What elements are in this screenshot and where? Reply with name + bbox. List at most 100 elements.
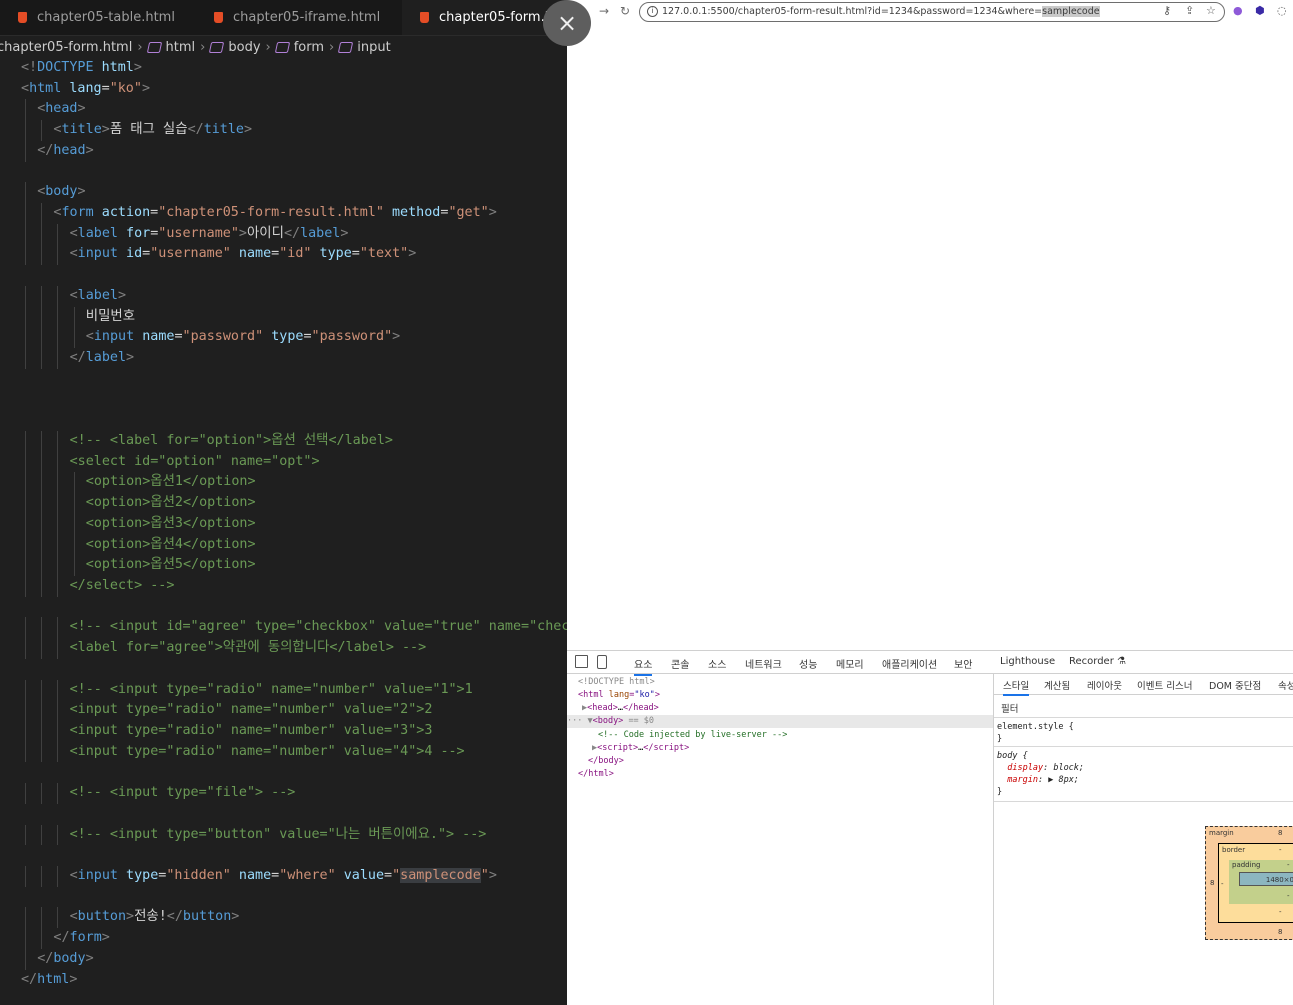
code-line[interactable]: 비밀번호: [0, 306, 567, 328]
code-line[interactable]: <option>옵션1</option>: [0, 472, 567, 494]
inspect-element-icon[interactable]: [575, 655, 588, 668]
devtools-tab-performance[interactable]: 성능: [799, 656, 817, 671]
reload-icon[interactable]: ↻: [620, 4, 630, 18]
code-line[interactable]: <label for="username">아이디</label>: [0, 223, 567, 245]
code-line[interactable]: </select> -->: [0, 575, 567, 597]
profile-icon[interactable]: ◌: [1277, 4, 1287, 17]
dom-node-html-close[interactable]: </html>: [578, 768, 614, 781]
code-line[interactable]: <input type="hidden" name="where" value=…: [0, 866, 567, 887]
devtools-tab-network[interactable]: 네트워크: [745, 656, 782, 671]
code-line[interactable]: <input name="password" type="password">: [0, 327, 567, 349]
styles-tab-properties[interactable]: 속성: [1278, 678, 1293, 692]
devtools-tab-elements[interactable]: 요소: [634, 656, 653, 676]
code-line[interactable]: [0, 390, 567, 411]
code-line[interactable]: <title>폼 태그 실습</title>: [0, 120, 567, 141]
forward-arrow-icon[interactable]: →: [599, 4, 609, 18]
code-line[interactable]: <input type="radio" name="number" value=…: [0, 721, 567, 742]
code-line[interactable]: [0, 162, 567, 183]
dom-node-body[interactable]: ··· ▼<body> == $0: [567, 715, 993, 728]
bookmark-star-icon[interactable]: ☆: [1206, 4, 1216, 17]
share-icon[interactable]: ⇪: [1185, 4, 1194, 17]
site-info-icon[interactable]: i: [647, 6, 658, 17]
code-line[interactable]: <html lang="ko">: [0, 79, 567, 100]
tab-chapter05-form[interactable]: chapter05-form.html: [402, 0, 567, 35]
code-line[interactable]: [0, 265, 567, 286]
dom-node-body-close[interactable]: </body>: [588, 755, 624, 768]
styles-tab-computed[interactable]: 계산됨: [1044, 678, 1070, 692]
code-line[interactable]: <!DOCTYPE html>: [0, 58, 567, 79]
code-line[interactable]: <label>: [0, 285, 567, 307]
code-line[interactable]: <label for="agree">약관에 동의합니다</label> -->: [0, 638, 567, 659]
code-line[interactable]: </form>: [0, 928, 567, 949]
code-line[interactable]: <!-- <input type="button" value="나는 버튼이에…: [0, 824, 567, 846]
dom-node-script[interactable]: ▶<script>…</script>: [592, 742, 689, 755]
code-line[interactable]: <head>: [0, 99, 567, 121]
dom-node-head[interactable]: ▶<head>…</head>: [582, 702, 659, 715]
address-bar[interactable]: i 127.0.0.1:5500/chapter05-form-result.h…: [639, 2, 1225, 22]
code-line[interactable]: [0, 410, 567, 431]
dom-node-doctype[interactable]: <!DOCTYPE html>: [578, 676, 655, 689]
code-editor[interactable]: chapter05-table.html chapter05-iframe.ht…: [0, 0, 567, 1005]
code-line[interactable]: [0, 597, 567, 618]
body-style-rule[interactable]: body { display: block; margin: ▶ 8px; }: [997, 750, 1084, 798]
code-line[interactable]: <!-- <input type="file"> -->: [0, 783, 567, 804]
tab-chapter05-table[interactable]: chapter05-table.html: [0, 0, 196, 35]
code-line[interactable]: [0, 804, 567, 825]
styles-filter-input[interactable]: 필터: [1001, 701, 1018, 715]
box-model-diagram[interactable]: margin 8 8 8 border - - - padding - - 14…: [1205, 826, 1293, 940]
breadcrumb-item-html[interactable]: html: [146, 40, 195, 55]
code-line[interactable]: </head>: [0, 140, 567, 162]
devtools-tab-security[interactable]: 보안: [954, 656, 972, 671]
code-line[interactable]: <form action="chapter05-form-result.html…: [0, 203, 567, 224]
breadcrumb-item-file[interactable]: chapter05-form.html: [0, 40, 132, 55]
styles-tab-styles[interactable]: 스타일: [1003, 678, 1030, 696]
code-line[interactable]: [0, 762, 567, 783]
code-line[interactable]: <select id="option" name="opt">: [0, 451, 567, 473]
code-line[interactable]: <!-- <input id="agree" type="checkbox" v…: [0, 617, 567, 639]
extension-icon[interactable]: ⬢: [1255, 4, 1265, 17]
code-line[interactable]: [0, 887, 567, 908]
devtools-tab-memory[interactable]: 메모리: [836, 656, 864, 671]
page-viewport[interactable]: [567, 24, 1293, 649]
key-icon[interactable]: ⚷: [1163, 4, 1171, 17]
code-line[interactable]: [0, 845, 567, 866]
code-line[interactable]: <option>옵션3</option>: [0, 513, 567, 535]
breadcrumb-item-form[interactable]: form: [274, 40, 324, 55]
devtools-tab-sources[interactable]: 소스: [708, 656, 726, 671]
devtools-tab-recorder[interactable]: Recorder ⚗: [1069, 656, 1126, 667]
code-line[interactable]: <body>: [0, 182, 567, 204]
code-line[interactable]: <option>옵션2</option>: [0, 493, 567, 514]
extension-icon[interactable]: ●: [1233, 4, 1243, 17]
code-line[interactable]: <option>옵션5</option>: [0, 555, 567, 576]
code-line[interactable]: <input type="radio" name="number" value=…: [0, 700, 567, 721]
dom-node-comment[interactable]: <!-- Code injected by live-server -->: [598, 729, 787, 742]
devtools-tab-console[interactable]: 콘솔: [671, 656, 689, 671]
indent-guide: [25, 555, 26, 576]
code-line[interactable]: <!-- <label for="option">옵션 선택</label>: [0, 430, 567, 452]
styles-tab-event-listeners[interactable]: 이벤트 리스너: [1137, 678, 1192, 692]
code-line[interactable]: <input id="username" name="id" type="tex…: [0, 244, 567, 266]
code-area[interactable]: <!DOCTYPE html> <html lang="ko"> <head> <ti…: [0, 58, 567, 990]
device-toolbar-icon[interactable]: [597, 655, 607, 669]
code-line[interactable]: </label>: [0, 348, 567, 369]
code-line[interactable]: [0, 659, 567, 680]
breadcrumb-item-body[interactable]: body: [209, 40, 261, 55]
dom-node-html[interactable]: <html lang="ko">: [578, 689, 660, 702]
styles-tab-layout[interactable]: 레이아웃: [1087, 678, 1122, 692]
breadcrumb-item-input[interactable]: input: [338, 40, 391, 55]
devtools-tab-application[interactable]: 애플리케이션: [882, 656, 937, 671]
code-line[interactable]: <input type="radio" name="number" value=…: [0, 741, 567, 763]
code-line[interactable]: <option>옵션4</option>: [0, 534, 567, 556]
code-line[interactable]: [0, 369, 567, 390]
code-line[interactable]: <!-- <input type="radio" name="number" v…: [0, 679, 567, 701]
code-line[interactable]: </html>: [0, 970, 567, 991]
close-icon[interactable]: ×: [543, 0, 591, 46]
code-line[interactable]: <button>전송!</button>: [0, 907, 567, 929]
code-line[interactable]: </body>: [0, 948, 567, 970]
devtools-tab-lighthouse[interactable]: Lighthouse: [1000, 656, 1055, 667]
tab-chapter05-iframe[interactable]: chapter05-iframe.html: [196, 0, 402, 35]
styles-tab-dom-breakpoints[interactable]: DOM 중단점: [1209, 678, 1261, 692]
elements-tree[interactable]: <!DOCTYPE html> <html lang="ko"> ▶<head>…: [567, 674, 994, 1005]
code-text: <label for="agree">약관에 동의합니다</label> -->: [69, 640, 427, 656]
element-style-rule[interactable]: element.style { }: [997, 721, 1074, 745]
